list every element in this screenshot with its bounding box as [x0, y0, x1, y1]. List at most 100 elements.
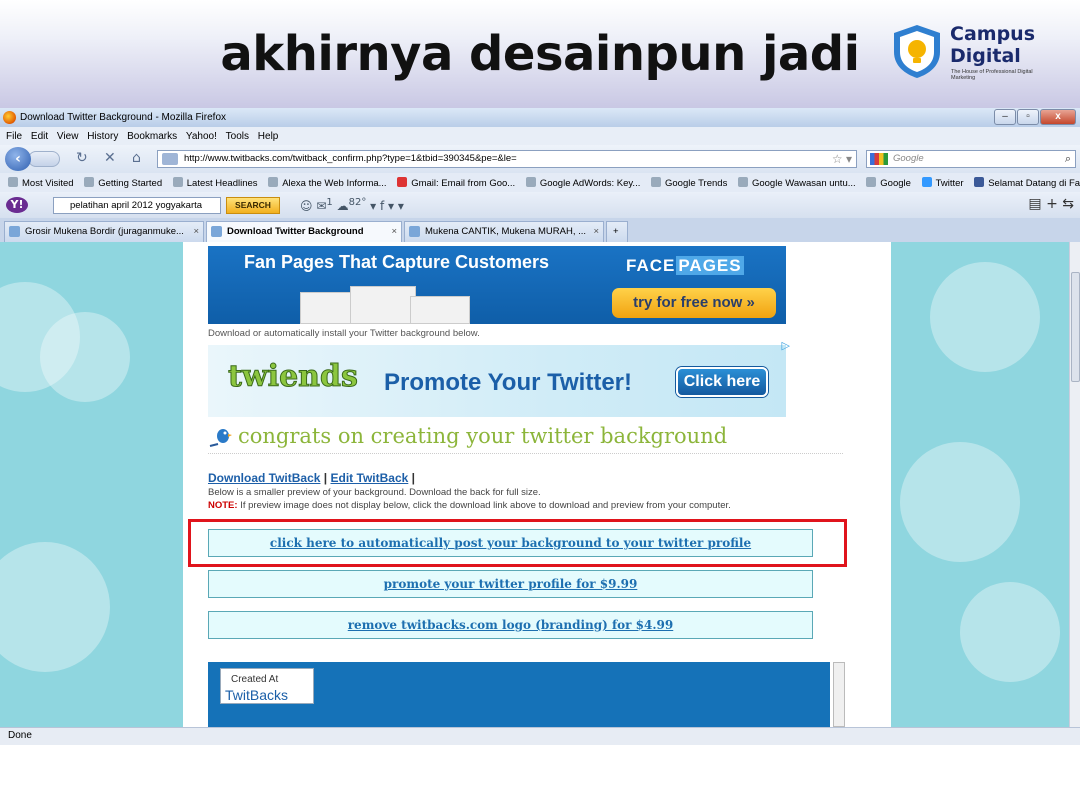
firefox-icon: [3, 111, 16, 124]
tab-download-twitter-background[interactable]: Download Twitter Background ×: [206, 221, 402, 242]
preview-note: NOTE: If preview image does not display …: [208, 500, 731, 511]
tab-close-icon[interactable]: ×: [193, 222, 199, 241]
facepages-ad[interactable]: Fan Pages That Capture Customers FACE PAG…: [208, 246, 786, 324]
slide-header: akhirnya desainpun jadi Campus Digital T…: [0, 0, 1080, 108]
menu-yahoo[interactable]: Yahoo!: [186, 131, 217, 142]
menu-file[interactable]: File: [6, 131, 22, 142]
download-note: Download or automatically install your T…: [208, 328, 480, 339]
logo-tagline: The House of Professional Digital Market…: [951, 69, 1033, 81]
menu-view[interactable]: View: [57, 131, 79, 142]
page-viewport: Fan Pages That Capture Customers FACE PAG…: [0, 242, 1069, 727]
bookmark-item[interactable]: Google AdWords: Key...: [525, 177, 640, 189]
title-bar: Download Twitter Background - Mozilla Fi…: [0, 108, 1080, 127]
twitter-tab-icon: [9, 226, 20, 237]
menu-history[interactable]: History: [87, 131, 118, 142]
bookmarks-bar: Most Visited Getting Started Latest Head…: [0, 173, 1080, 192]
search-input[interactable]: Google ⌕: [866, 150, 1076, 168]
minimize-button[interactable]: –: [994, 109, 1016, 125]
bg-cloud: [40, 312, 130, 402]
page-scrollbar[interactable]: [1069, 242, 1080, 727]
menu-tools[interactable]: Tools: [226, 131, 249, 142]
slide-title: akhirnya desainpun jadi: [220, 26, 860, 82]
menu-help[interactable]: Help: [258, 131, 279, 142]
status-bar: Done: [0, 727, 1080, 745]
close-button[interactable]: x: [1040, 109, 1076, 125]
tab-mukena-cantik[interactable]: Mukena CANTIK, Mukena MURAH, ... ×: [404, 221, 604, 242]
menu-bookmarks[interactable]: Bookmarks: [127, 131, 177, 142]
facepages-logo: FACE PAGES: [626, 256, 744, 275]
google-icon: [870, 153, 888, 165]
yahoo-toolbar: Y! pelatihan april 2012 yogyakarta SEARC…: [0, 192, 1080, 218]
bg-cloud: [930, 262, 1040, 372]
yahoo-icon[interactable]: Y!: [6, 197, 28, 213]
site-favicon-icon: [162, 153, 178, 165]
preview-description: Below is a smaller preview of your backg…: [208, 487, 541, 498]
download-links: Download TwitBack | Edit TwitBack |: [208, 471, 415, 485]
bookmark-item[interactable]: Alexa the Web Informa...: [268, 177, 387, 189]
congrats-heading: congrats on creating your twitter backgr…: [208, 422, 843, 454]
tab-grosir-mukena[interactable]: Grosir Mukena Bordir (juraganmuke... ×: [4, 221, 204, 242]
scroll-thumb[interactable]: [1071, 272, 1080, 382]
search-placeholder: Google: [893, 153, 924, 164]
browser-window: Download Twitter Background - Mozilla Fi…: [0, 108, 1080, 745]
bg-cloud: [0, 542, 110, 672]
window-controls: – ▫ x: [993, 109, 1076, 126]
bg-cloud: [900, 442, 1020, 562]
menu-edit[interactable]: Edit: [31, 131, 48, 142]
forward-button[interactable]: [28, 151, 60, 167]
download-twitback-link[interactable]: Download TwitBack: [208, 471, 320, 485]
toolbar-extra-icons[interactable]: ▤ + ⇆: [1028, 196, 1074, 212]
bookmark-item[interactable]: Selamat Datang di Fac...: [974, 177, 1080, 189]
tab-close-icon[interactable]: ×: [391, 222, 397, 241]
try-free-button[interactable]: try for free now »: [612, 288, 776, 318]
preview-scrollbar[interactable]: [833, 662, 845, 727]
reload-icon[interactable]: ↻: [76, 150, 88, 166]
yahoo-search-button[interactable]: SEARCH: [226, 197, 280, 214]
window-title: Download Twitter Background - Mozilla Fi…: [20, 112, 227, 123]
bookmark-item[interactable]: Gmail: Email from Goo...: [397, 177, 515, 189]
menu-bar: File Edit View History Bookmarks Yahoo! …: [0, 127, 1080, 145]
stop-icon[interactable]: ✕: [104, 150, 116, 166]
back-button[interactable]: ‹: [5, 147, 31, 171]
page-content: Fan Pages That Capture Customers FACE PAG…: [183, 242, 891, 727]
campus-digital-logo: Campus Digital The House of Professional…: [888, 20, 1048, 84]
url-bar[interactable]: http://www.twitbacks.com/twitback_confir…: [157, 150, 857, 168]
logo-line1: Campus: [950, 23, 1035, 45]
bookmark-item[interactable]: Google: [866, 177, 911, 189]
bg-cloud: [960, 582, 1060, 682]
navigation-toolbar: ‹ ↻ ✕ ⌂ http://www.twitbacks.com/twitbac…: [0, 145, 1080, 173]
search-icon[interactable]: ⌕: [1065, 151, 1071, 167]
new-tab-button[interactable]: +: [606, 221, 628, 242]
tab-bar: Grosir Mukena Bordir (juraganmuke... × D…: [0, 218, 1080, 242]
click-here-button[interactable]: Click here: [676, 367, 768, 397]
bookmark-item[interactable]: Google Wawasan untu...: [737, 177, 856, 189]
ad-headline: Promote Your Twitter!: [384, 369, 633, 396]
bird-icon: [209, 429, 232, 447]
wordpress-tab-icon: [409, 226, 420, 237]
page-tab-icon: [211, 226, 222, 237]
twiends-ad[interactable]: ▷ twiends Promote Your Twitter! Click he…: [208, 339, 790, 417]
ad-headline: Fan Pages That Capture Customers: [244, 252, 550, 272]
promote-profile-link[interactable]: promote your twitter profile for $9.99: [208, 570, 813, 598]
bookmark-star-icon[interactable]: ☆ ▾: [832, 151, 852, 167]
bookmark-item[interactable]: Twitter: [921, 177, 964, 189]
background-preview: Created At TwitBacks: [208, 662, 830, 727]
yahoo-tool-icons[interactable]: ☺ ✉1 ☁82° ▾ f ▾ ▾: [300, 197, 404, 213]
bookmark-item[interactable]: Google Trends: [651, 177, 727, 189]
twitbacks-badge: Created At TwitBacks: [220, 668, 314, 704]
highlight-box: [188, 519, 847, 567]
yahoo-search-input[interactable]: pelatihan april 2012 yogyakarta: [53, 197, 221, 214]
bookmark-item[interactable]: Most Visited: [8, 177, 74, 189]
bookmark-item[interactable]: Getting Started: [84, 177, 162, 189]
remove-logo-link[interactable]: remove twitbacks.com logo (branding) for…: [208, 611, 813, 639]
tab-close-icon[interactable]: ×: [593, 222, 599, 241]
url-text: http://www.twitbacks.com/twitback_confir…: [184, 153, 517, 164]
ad-screenshots: [300, 282, 478, 324]
shield-bulb-icon: [894, 25, 940, 78]
home-icon[interactable]: ⌂: [132, 150, 141, 166]
maximize-button[interactable]: ▫: [1017, 109, 1039, 125]
bookmark-item[interactable]: Latest Headlines: [172, 177, 258, 189]
ad-choices-icon[interactable]: ▷: [782, 339, 790, 352]
edit-twitback-link[interactable]: Edit TwitBack: [331, 471, 409, 485]
twiends-logo: twiends: [228, 359, 359, 395]
